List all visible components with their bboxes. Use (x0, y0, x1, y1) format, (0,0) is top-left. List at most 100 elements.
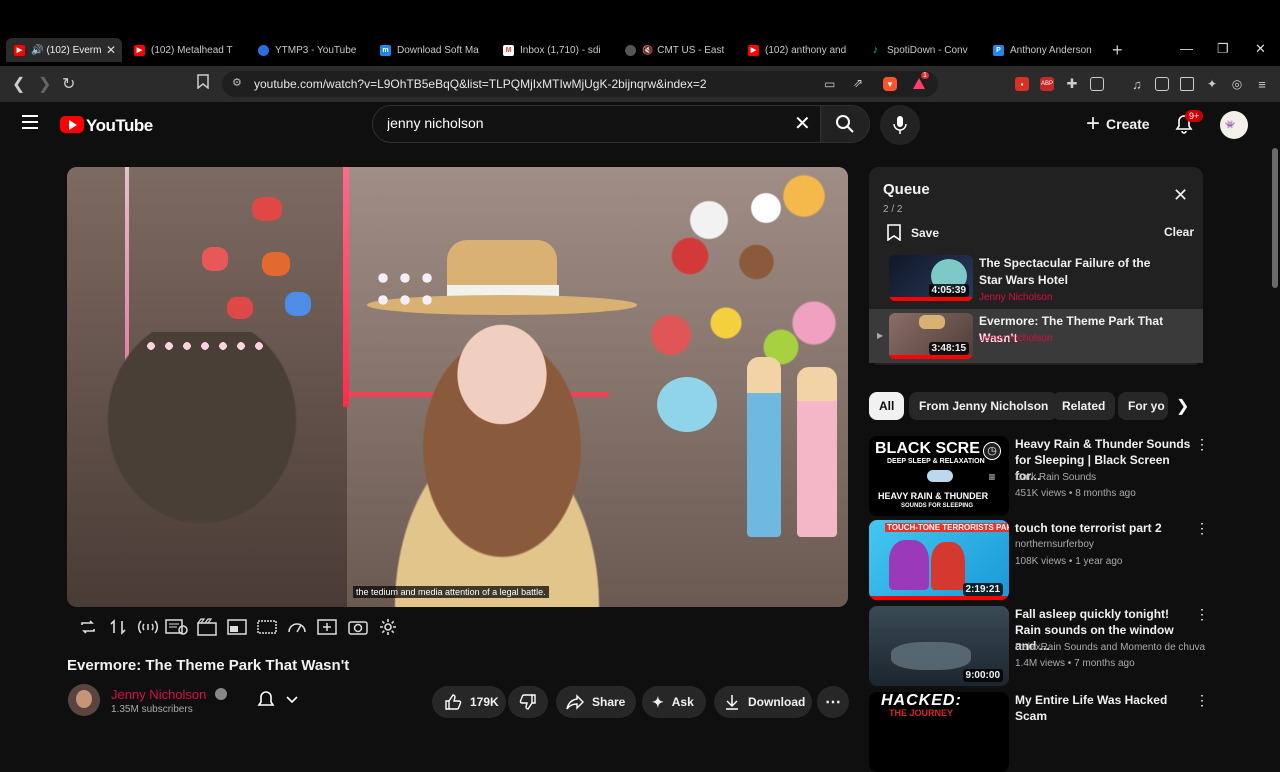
channel-avatar[interactable] (68, 684, 100, 716)
media-icon[interactable]: ♫ (1130, 77, 1144, 92)
chip-related[interactable]: Related (1052, 392, 1116, 420)
recommendation-item[interactable]: BLACK SCRE DEEP SLEEP & RELAXATION HEAVY… (869, 436, 1209, 516)
tab-download-soft[interactable]: m Download Soft Ma (380, 38, 484, 62)
add-to-queue-icon[interactable]: ≡ (983, 470, 1001, 484)
account-avatar[interactable]: 👾 (1220, 111, 1248, 139)
wallet-icon[interactable] (1180, 77, 1194, 91)
now-playing-icon: ▶ (877, 331, 884, 340)
bookmark-icon[interactable] (197, 74, 209, 94)
more-options-icon[interactable]: ⋮ (1195, 606, 1209, 623)
clear-queue-button[interactable]: Clear (1164, 225, 1194, 239)
tab-cmt[interactable]: 🔇 CMT US - East (625, 38, 729, 62)
tab-inbox[interactable]: M Inbox (1,710) - sdi (503, 38, 607, 62)
adblock-icon[interactable]: ABP (1040, 77, 1054, 91)
chip-from-channel[interactable]: From Jenny Nicholson (909, 392, 1059, 420)
voice-search-button[interactable] (880, 105, 920, 145)
maximize-button[interactable]: ❐ (1217, 41, 1229, 57)
loop-icon[interactable] (79, 618, 97, 636)
subscription-bell-button[interactable] (256, 690, 298, 715)
like-button[interactable]: 179K (432, 686, 506, 718)
brave-rewards-icon[interactable] (912, 77, 926, 91)
recommendation-item[interactable]: 9:00:00 Fall asleep quickly tonight! Rai… (869, 606, 1209, 686)
ask-button[interactable]: ✦ Ask (642, 686, 706, 718)
tab-label: (102) Metalhead T (151, 44, 233, 56)
vpn-icon[interactable]: ◎ (1230, 77, 1244, 91)
chip-for-you[interactable]: For yo (1118, 392, 1168, 420)
close-window-button[interactable]: ✕ (1255, 41, 1266, 57)
clapper-icon[interactable] (197, 618, 217, 636)
brave-shield-icon[interactable]: ▼ (883, 77, 897, 91)
close-queue-icon[interactable]: ✕ (1173, 185, 1188, 206)
url-text: youtube.com/watch?v=L9OhTB5eBqQ&list=TLP… (254, 77, 707, 91)
globe-icon (625, 44, 636, 56)
hamburger-menu-icon[interactable] (22, 115, 38, 133)
queue-item[interactable]: 4:05:39 The Spectacular Failure of the S… (869, 251, 1203, 305)
audio-wave-icon[interactable] (137, 618, 159, 636)
minimize-button[interactable]: — (1180, 41, 1193, 56)
reload-button[interactable]: ↻ (62, 74, 75, 94)
leo-ai-icon[interactable]: ✦ (1205, 77, 1219, 91)
tab-anthony-youtube[interactable]: ▶ (102) anthony and (748, 38, 852, 62)
search-button[interactable] (820, 105, 870, 143)
tab-label: CMT US - East (657, 44, 725, 56)
puzzle-icon[interactable]: ✚ (1065, 76, 1079, 91)
forward-button[interactable]: ❯ (38, 74, 51, 94)
queue-item-current[interactable]: ▶ 3:48:15 Evermore: The Theme Park That … (869, 309, 1203, 363)
extension-red-icon[interactable]: ▪ (1015, 77, 1029, 91)
dislike-button[interactable] (508, 686, 548, 718)
thumb-text: THE JOURNEY (889, 708, 954, 718)
add-clip-icon[interactable] (317, 618, 337, 636)
tab-spotidown[interactable]: ♪ SpotiDown - Conv (870, 38, 974, 62)
queue-title: Queue (883, 181, 930, 198)
youtube-logo-icon[interactable] (60, 116, 84, 133)
camera-icon[interactable] (348, 618, 368, 636)
share-button[interactable]: Share (556, 686, 636, 718)
youtube-icon: ▶ (134, 44, 145, 56)
speed-gauge-icon[interactable] (287, 618, 307, 636)
cast-icon[interactable]: ▭ (824, 77, 835, 91)
sidebar-icon[interactable] (1155, 77, 1169, 91)
thumb-text: HEAVY RAIN & THUNDER (878, 491, 989, 501)
more-options-icon[interactable]: ⋮ (1195, 520, 1209, 537)
sort-icon[interactable] (109, 618, 127, 636)
settings-gear-icon[interactable] (379, 618, 397, 636)
theater-mode-icon[interactable] (257, 618, 277, 636)
tab-metalhead[interactable]: ▶ (102) Metalhead T (134, 38, 238, 62)
tab-label: (102) Everm (46, 44, 102, 56)
chevron-right-icon[interactable]: ❯ (1176, 396, 1189, 416)
download-button[interactable]: Download (714, 686, 812, 718)
recommendation-item[interactable]: HACKED: THE JOURNEY My Entire Life Was H… (869, 692, 1209, 772)
menu-icon[interactable]: ≡ (1255, 77, 1269, 92)
clear-search-icon[interactable]: ✕ (794, 111, 811, 136)
ask-label: Ask (671, 695, 694, 709)
thumbs-down-icon (519, 694, 536, 710)
more-actions-button[interactable]: ⋯ (817, 686, 849, 718)
video-thumbnail: BLACK SCRE DEEP SLEEP & RELAXATION HEAVY… (869, 436, 1009, 516)
tab-label: Anthony Anderson (1010, 44, 1092, 56)
video-player[interactable] (67, 167, 848, 607)
pip-icon[interactable] (227, 618, 247, 636)
new-tab-button[interactable]: + (1112, 40, 1123, 61)
channel-name[interactable]: Jenny Nicholson (111, 687, 206, 702)
recommendation-item[interactable]: TOUCH-TONE TERRORISTS PART 2 2:19:21 tou… (869, 520, 1209, 600)
close-tab-icon[interactable]: ✕ (106, 43, 116, 57)
screenshot-icon[interactable] (1090, 77, 1104, 91)
watch-later-icon[interactable]: ◷ (983, 442, 1001, 460)
create-button[interactable]: + Create (1086, 106, 1150, 142)
chip-all[interactable]: All (869, 392, 905, 420)
tab-ytmp3[interactable]: YTMP3 - YouTube (258, 38, 362, 62)
video-thumbnail: 9:00:00 (869, 606, 1009, 686)
tab-active[interactable]: ▶ 🔊 (102) Everm ✕ (6, 38, 122, 62)
site-settings-icon[interactable]: ⚙ (232, 76, 242, 89)
duration-badge: 9:00:00 (962, 669, 1003, 682)
more-options-icon[interactable]: ⋮ (1195, 436, 1209, 453)
save-queue-button[interactable]: Save (887, 224, 939, 241)
share-page-icon[interactable]: ⇗ (853, 76, 863, 90)
tab-anthony-anderson[interactable]: P Anthony Anderson (993, 38, 1097, 62)
back-button[interactable]: ❮ (12, 74, 25, 94)
playlist-view-icon[interactable] (165, 618, 189, 636)
search-input[interactable] (385, 114, 785, 132)
page-scrollbar[interactable] (1272, 148, 1278, 288)
more-options-icon[interactable]: ⋮ (1195, 692, 1209, 709)
youtube-wordmark[interactable]: YouTube (86, 116, 153, 136)
